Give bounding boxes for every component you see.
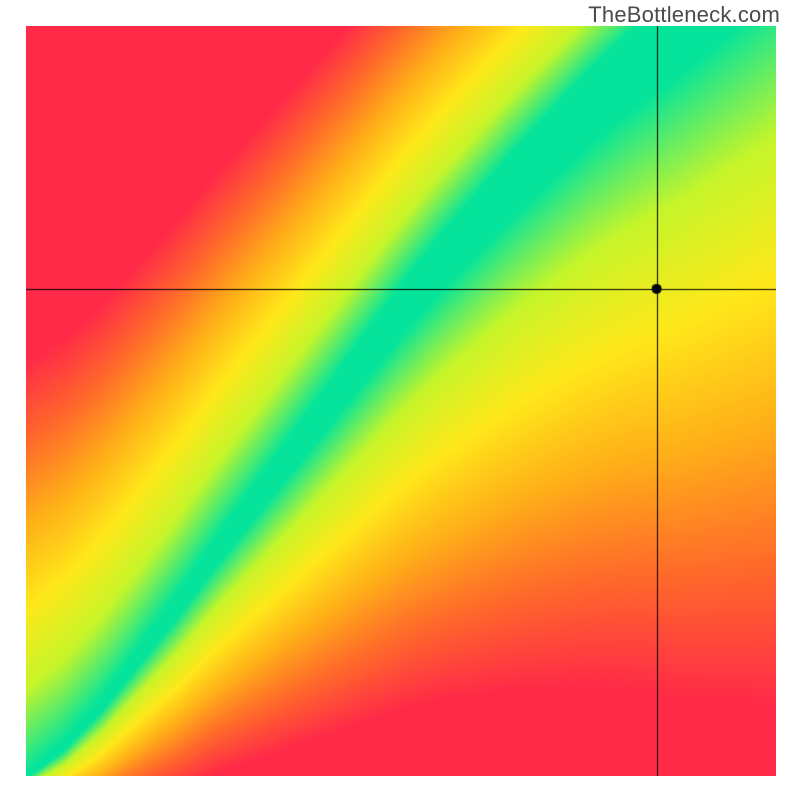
bottleneck-heatmap <box>26 26 776 776</box>
watermark-text: TheBottleneck.com <box>588 2 780 28</box>
